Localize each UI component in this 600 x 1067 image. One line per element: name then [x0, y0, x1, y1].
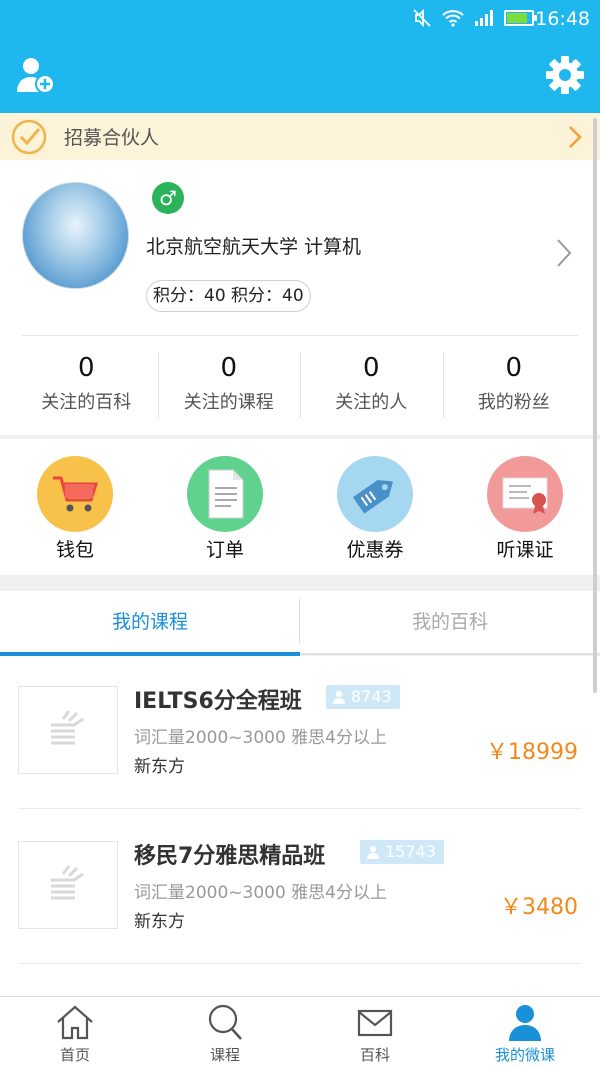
nav-my-microcourse[interactable]: 我的微课 — [450, 997, 600, 1067]
stat-followed-people[interactable]: 0 关注的人 — [300, 350, 443, 420]
status-time: 16:48 — [535, 8, 590, 30]
top-header: 16:48 — [0, 0, 600, 113]
add-user-button[interactable] — [14, 55, 56, 95]
course-thumbnail — [18, 841, 118, 929]
enrolled-count-badge: 15743 — [360, 840, 444, 864]
course-tabs: 我的课程 我的百科 — [0, 591, 600, 655]
enrolled-count: 15743 — [385, 842, 436, 861]
course-description: 词汇量2000~3000 雅思4分以上 — [134, 728, 387, 748]
cart-icon — [37, 456, 113, 532]
signal-icon — [475, 10, 493, 26]
document-icon — [187, 456, 263, 532]
settings-button[interactable] — [544, 55, 586, 95]
score-badge: 积分：40 积分：40 — [146, 280, 311, 312]
nav-courses[interactable]: 课程 — [150, 997, 300, 1067]
tab-my-courses[interactable]: 我的课程 — [0, 591, 300, 655]
course-thumbnail — [18, 686, 118, 774]
course-description: 词汇量2000~3000 雅思4分以上 — [134, 883, 387, 903]
nav-wiki[interactable]: 百科 — [300, 997, 450, 1067]
stat-label: 关注的课程 — [183, 392, 274, 413]
divider — [22, 335, 578, 336]
course-organization: 新东方 — [134, 912, 185, 932]
user-icon — [509, 1005, 541, 1041]
divider — [18, 808, 582, 809]
certificate-button[interactable]: 听课证 — [450, 439, 600, 575]
user-icon — [367, 845, 379, 859]
stat-value: 0 — [220, 353, 238, 383]
course-organization: 新东方 — [134, 757, 185, 777]
male-icon: ♂ — [152, 182, 184, 214]
stat-followed-courses[interactable]: 0 关注的课程 — [157, 350, 301, 420]
certificate-icon — [487, 456, 563, 532]
enrolled-count: 8743 — [351, 687, 392, 706]
orders-button[interactable]: 订单 — [150, 439, 300, 575]
user-icon — [333, 690, 345, 704]
wifi-icon — [442, 10, 464, 27]
tab-divider — [299, 599, 300, 643]
stat-value: 0 — [362, 353, 380, 383]
course-price: ￥18999 — [486, 740, 578, 765]
list-item[interactable]: 移民7分雅思精品班 15743 词汇量2000~3000 雅思4分以上 新东方 … — [0, 811, 600, 966]
gear-icon — [546, 56, 584, 94]
stat-value: 0 — [77, 353, 95, 383]
coupon-button[interactable]: 优惠券 — [300, 439, 450, 575]
loading-placeholder-icon — [51, 865, 84, 900]
nav-label: 首页 — [59, 1046, 90, 1064]
loading-placeholder-icon — [51, 710, 84, 745]
list-item[interactable]: IELTS6分全程班 8743 词汇量2000~3000 雅思4分以上 新东方 … — [0, 656, 600, 811]
tab-my-wiki[interactable]: 我的百科 — [300, 591, 600, 655]
tool-label: 优惠券 — [346, 539, 404, 561]
tool-label: 钱包 — [55, 539, 94, 561]
check-circle-icon — [11, 119, 47, 154]
chevron-right-icon — [569, 126, 582, 148]
course-title: IELTS6分全程班 — [134, 689, 302, 714]
stat-label: 我的粉丝 — [477, 392, 550, 413]
chevron-right-icon — [557, 239, 572, 267]
course-list: IELTS6分全程班 8743 词汇量2000~3000 雅思4分以上 新东方 … — [0, 656, 600, 996]
battery-icon — [504, 10, 537, 26]
stat-followed-wiki[interactable]: 0 关注的百科 — [15, 350, 158, 420]
tab-underline — [300, 653, 600, 655]
school-major: 北京航空航天大学 计算机 — [146, 236, 362, 258]
wallet-button[interactable]: 钱包 — [0, 439, 150, 575]
stats-row: 0 关注的百科 0 关注的课程 0 关注的人 0 我的粉丝 — [15, 350, 585, 420]
enrolled-count-badge: 8743 — [326, 685, 400, 709]
stat-fans[interactable]: 0 我的粉丝 — [442, 350, 586, 420]
nav-label: 我的微课 — [494, 1046, 555, 1064]
status-icons — [412, 8, 537, 28]
tool-label: 听课证 — [496, 539, 554, 561]
status-bar: 16:48 — [0, 0, 600, 38]
stat-label: 关注的百科 — [41, 392, 132, 413]
course-price: ￥3480 — [500, 895, 578, 920]
avatar[interactable] — [22, 182, 129, 289]
nav-label: 百科 — [359, 1046, 390, 1064]
profile-card[interactable]: ♂ 北京航空航天大学 计算机 积分：40 积分：40 0 关注的百科 0 关注的… — [0, 160, 600, 435]
mail-icon — [357, 1009, 393, 1037]
nav-home[interactable]: 首页 — [0, 997, 150, 1067]
add-user-icon — [17, 58, 55, 94]
tools-row: 钱包 订单 优惠券 听课证 — [0, 439, 600, 575]
bottom-navigation: 首页 课程 百科 我的微课 — [0, 996, 600, 1067]
scrollbar[interactable] — [593, 118, 597, 693]
recruit-label: 招募合伙人 — [64, 127, 160, 149]
divider — [18, 963, 582, 964]
stat-label: 关注的人 — [335, 392, 408, 413]
search-icon — [208, 1004, 242, 1040]
tag-icon — [337, 456, 413, 532]
mute-icon — [413, 8, 431, 28]
home-icon — [57, 1005, 93, 1040]
tool-label: 订单 — [205, 539, 244, 561]
recruit-partner-bar[interactable]: 招募合伙人 — [0, 113, 600, 160]
course-title: 移民7分雅思精品班 — [134, 844, 326, 869]
nav-label: 课程 — [209, 1046, 240, 1064]
stat-value: 0 — [505, 353, 523, 383]
